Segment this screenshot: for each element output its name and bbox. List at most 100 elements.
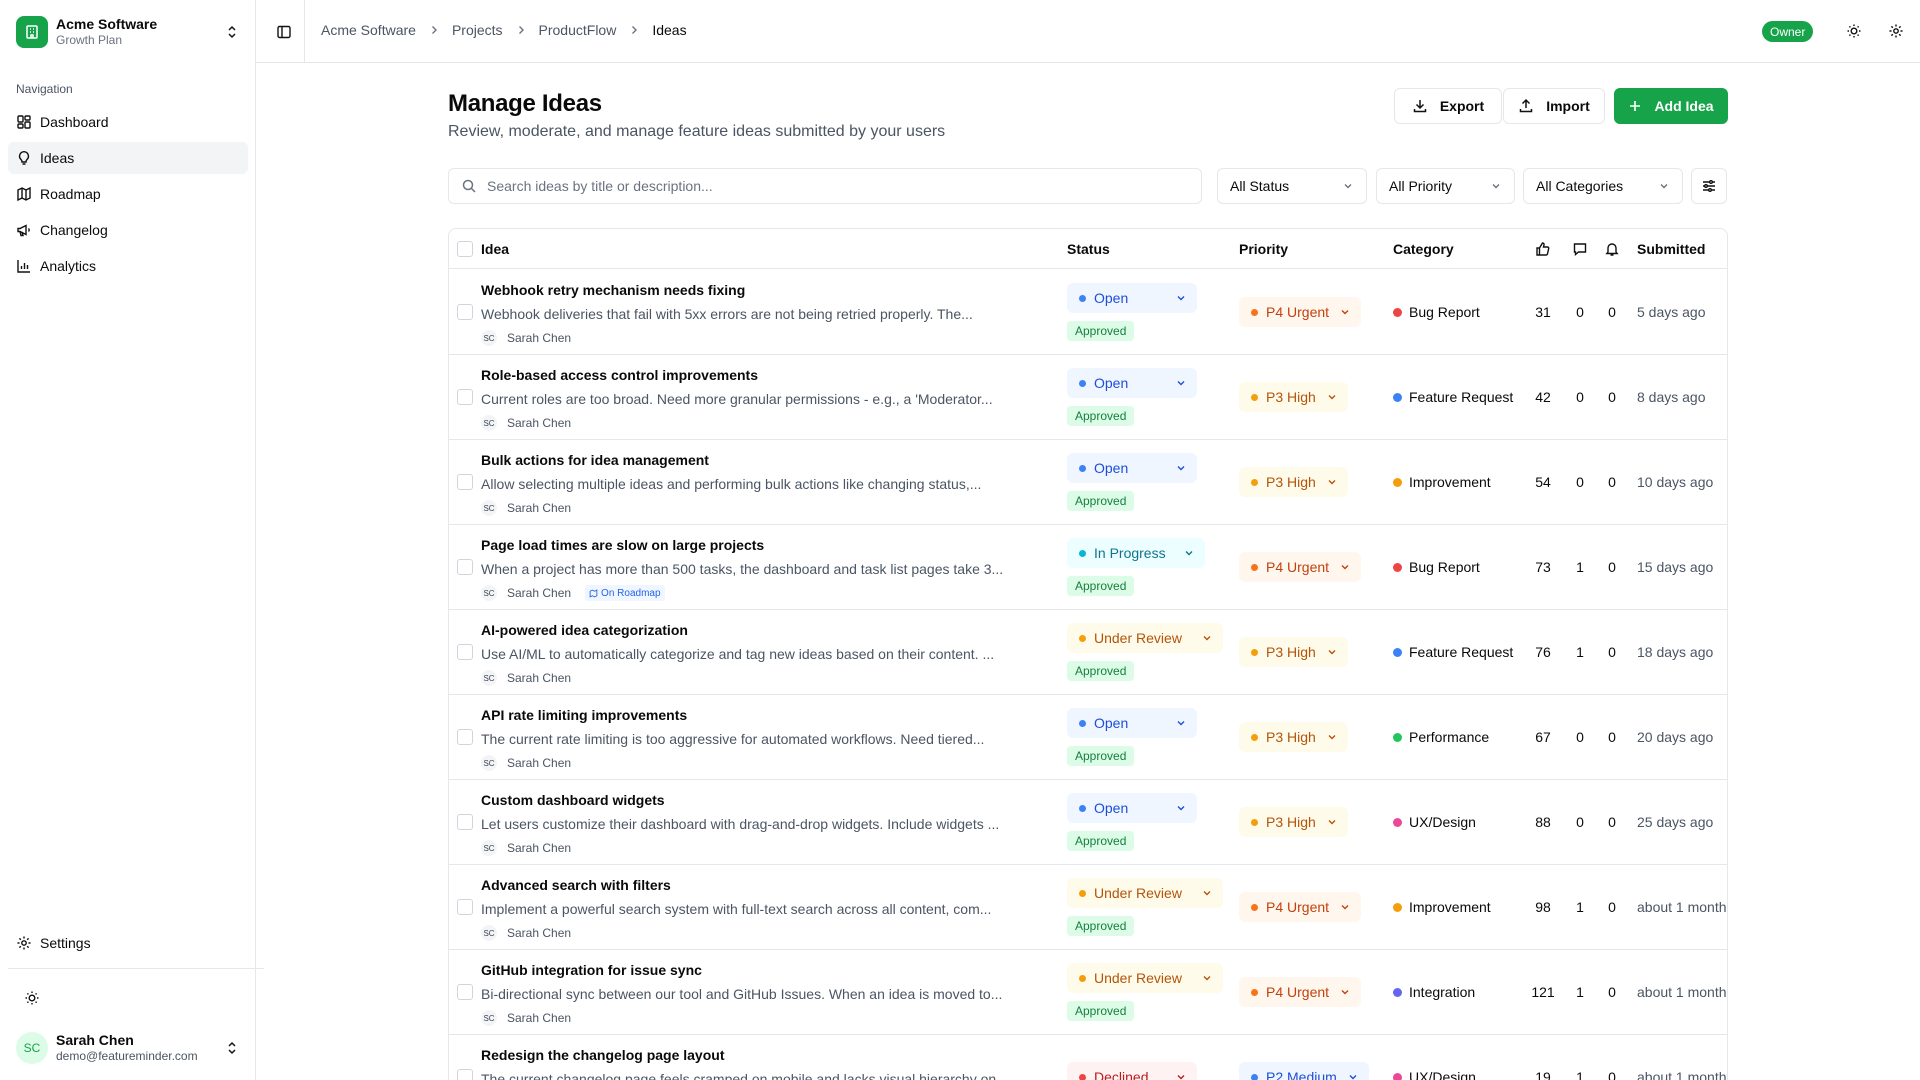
idea-title[interactable]: GitHub integration for issue sync — [481, 962, 702, 978]
subscriber-count: 0 — [1608, 1069, 1616, 1080]
chevron-down-icon — [1175, 717, 1187, 729]
status-select[interactable]: Under Review — [1067, 878, 1223, 908]
advanced-filters-button[interactable] — [1691, 168, 1727, 204]
import-button[interactable]: Import — [1503, 88, 1605, 124]
idea-title[interactable]: Redesign the changelog page layout — [481, 1047, 724, 1063]
theme-toggle-button[interactable] — [20, 986, 44, 1010]
table-row[interactable]: Redesign the changelog page layout The c… — [449, 1035, 1727, 1080]
row-checkbox[interactable] — [457, 1069, 473, 1080]
breadcrumb-item[interactable]: Projects — [452, 22, 503, 38]
status-select[interactable]: Under Review — [1067, 963, 1223, 993]
row-checkbox[interactable] — [457, 474, 473, 490]
sidebar-item-roadmap[interactable]: Roadmap — [8, 178, 248, 210]
idea-title[interactable]: API rate limiting improvements — [481, 707, 687, 723]
table-row[interactable]: Bulk actions for idea management Allow s… — [449, 440, 1727, 525]
priority-select[interactable]: P3 High — [1239, 467, 1348, 497]
table-row[interactable]: Page load times are slow on large projec… — [449, 525, 1727, 610]
sidebar-item-dashboard[interactable]: Dashboard — [8, 106, 248, 138]
table-row[interactable]: Custom dashboard widgets Let users custo… — [449, 780, 1727, 865]
status-value: Declined — [1094, 1069, 1149, 1080]
sidebar-toggle-button[interactable] — [272, 20, 296, 44]
header-divider — [304, 0, 305, 63]
category-filter-select[interactable]: All Categories — [1523, 168, 1683, 204]
author-avatar: SC — [481, 500, 497, 516]
sidebar-item-settings[interactable]: Settings — [8, 927, 248, 959]
priority-select[interactable]: P3 High — [1239, 637, 1348, 667]
status-dot — [1079, 464, 1086, 472]
breadcrumb-item[interactable]: Acme Software — [321, 22, 416, 38]
column-header-priority[interactable]: Priority — [1239, 241, 1288, 257]
idea-title[interactable]: AI-powered idea categorization — [481, 622, 688, 638]
idea-title[interactable]: Webhook retry mechanism needs fixing — [481, 282, 745, 298]
map-icon — [589, 588, 598, 598]
thumbs-up-icon[interactable] — [1535, 241, 1551, 257]
chevron-down-icon — [1339, 901, 1351, 913]
status-select[interactable]: In Progress — [1067, 538, 1205, 568]
page-subtitle: Review, moderate, and manage feature ide… — [448, 123, 946, 140]
row-checkbox[interactable] — [457, 644, 473, 660]
column-header-status[interactable]: Status — [1067, 241, 1110, 257]
sidebar-item-changelog[interactable]: Changelog — [8, 214, 248, 246]
row-checkbox[interactable] — [457, 729, 473, 745]
column-header-submitted[interactable]: Submitted — [1637, 241, 1705, 257]
row-checkbox[interactable] — [457, 559, 473, 575]
priority-filter-select[interactable]: All Priority — [1376, 168, 1515, 204]
idea-title[interactable]: Custom dashboard widgets — [481, 792, 665, 808]
category-value: Feature Request — [1409, 389, 1514, 405]
row-checkbox[interactable] — [457, 389, 473, 405]
row-checkbox[interactable] — [457, 304, 473, 320]
select-all-checkbox[interactable] — [457, 241, 473, 257]
idea-title[interactable]: Bulk actions for idea management — [481, 452, 709, 468]
status-select[interactable]: Open — [1067, 453, 1197, 483]
table-row[interactable]: AI-powered idea categorization Use AI/ML… — [449, 610, 1727, 695]
settings-button[interactable] — [1884, 19, 1908, 43]
status-filter-select[interactable]: All Status — [1217, 168, 1367, 204]
priority-select[interactable]: P2 Medium — [1239, 1062, 1369, 1080]
idea-title[interactable]: Role-based access control improvements — [481, 367, 758, 383]
row-checkbox[interactable] — [457, 814, 473, 830]
row-checkbox[interactable] — [457, 899, 473, 915]
column-header-category[interactable]: Category — [1393, 241, 1454, 257]
search-input[interactable] — [487, 178, 1167, 194]
status-select[interactable]: Open — [1067, 708, 1197, 738]
user-menu[interactable]: SC Sarah Chen demo@featureminder.com — [16, 1030, 240, 1066]
column-header-idea[interactable]: Idea — [481, 241, 509, 257]
status-select[interactable]: Open — [1067, 368, 1197, 398]
bell-icon[interactable] — [1604, 241, 1620, 257]
priority-select[interactable]: P4 Urgent — [1239, 977, 1362, 1007]
theme-toggle-button[interactable] — [1842, 19, 1866, 43]
sidebar-item-analytics[interactable]: Analytics — [8, 250, 248, 282]
priority-select[interactable]: P4 Urgent — [1239, 297, 1362, 327]
category-cell: Integration — [1393, 984, 1475, 1000]
table-row[interactable]: Role-based access control improvements C… — [449, 355, 1727, 440]
breadcrumb-item[interactable]: ProductFlow — [539, 22, 617, 38]
status-select[interactable]: Under Review — [1067, 623, 1223, 653]
sidebar-item-ideas[interactable]: Ideas — [8, 142, 248, 174]
status-select[interactable]: Declined — [1067, 1062, 1197, 1080]
priority-select[interactable]: P4 Urgent — [1239, 892, 1362, 922]
idea-title[interactable]: Advanced search with filters — [481, 877, 671, 893]
priority-select[interactable]: P3 High — [1239, 722, 1348, 752]
chevron-down-icon — [1326, 646, 1338, 658]
subscriber-count: 0 — [1608, 304, 1616, 320]
category-dot — [1393, 307, 1402, 317]
table-row[interactable]: GitHub integration for issue sync Bi-dir… — [449, 950, 1727, 1035]
table-row[interactable]: Advanced search with filters Implement a… — [449, 865, 1727, 950]
status-select[interactable]: Open — [1067, 283, 1197, 313]
sun-icon — [1847, 24, 1861, 38]
priority-select[interactable]: P3 High — [1239, 807, 1348, 837]
export-button[interactable]: Export — [1394, 88, 1502, 124]
idea-title[interactable]: Page load times are slow on large projec… — [481, 537, 764, 553]
row-checkbox[interactable] — [457, 984, 473, 1000]
table-row[interactable]: API rate limiting improvements The curre… — [449, 695, 1727, 780]
table-row[interactable]: Webhook retry mechanism needs fixing Web… — [449, 270, 1727, 355]
priority-value: P3 High — [1266, 644, 1316, 660]
priority-select[interactable]: P3 High — [1239, 382, 1348, 412]
status-select[interactable]: Open — [1067, 793, 1197, 823]
add-idea-button[interactable]: Add Idea — [1614, 88, 1728, 124]
org-switcher[interactable]: Acme Software Growth Plan — [16, 16, 240, 48]
submitted-date: about 1 month ago — [1637, 1069, 1727, 1080]
priority-select[interactable]: P4 Urgent — [1239, 552, 1362, 582]
bar-chart-icon — [17, 260, 30, 273]
comment-icon[interactable] — [1572, 241, 1588, 257]
